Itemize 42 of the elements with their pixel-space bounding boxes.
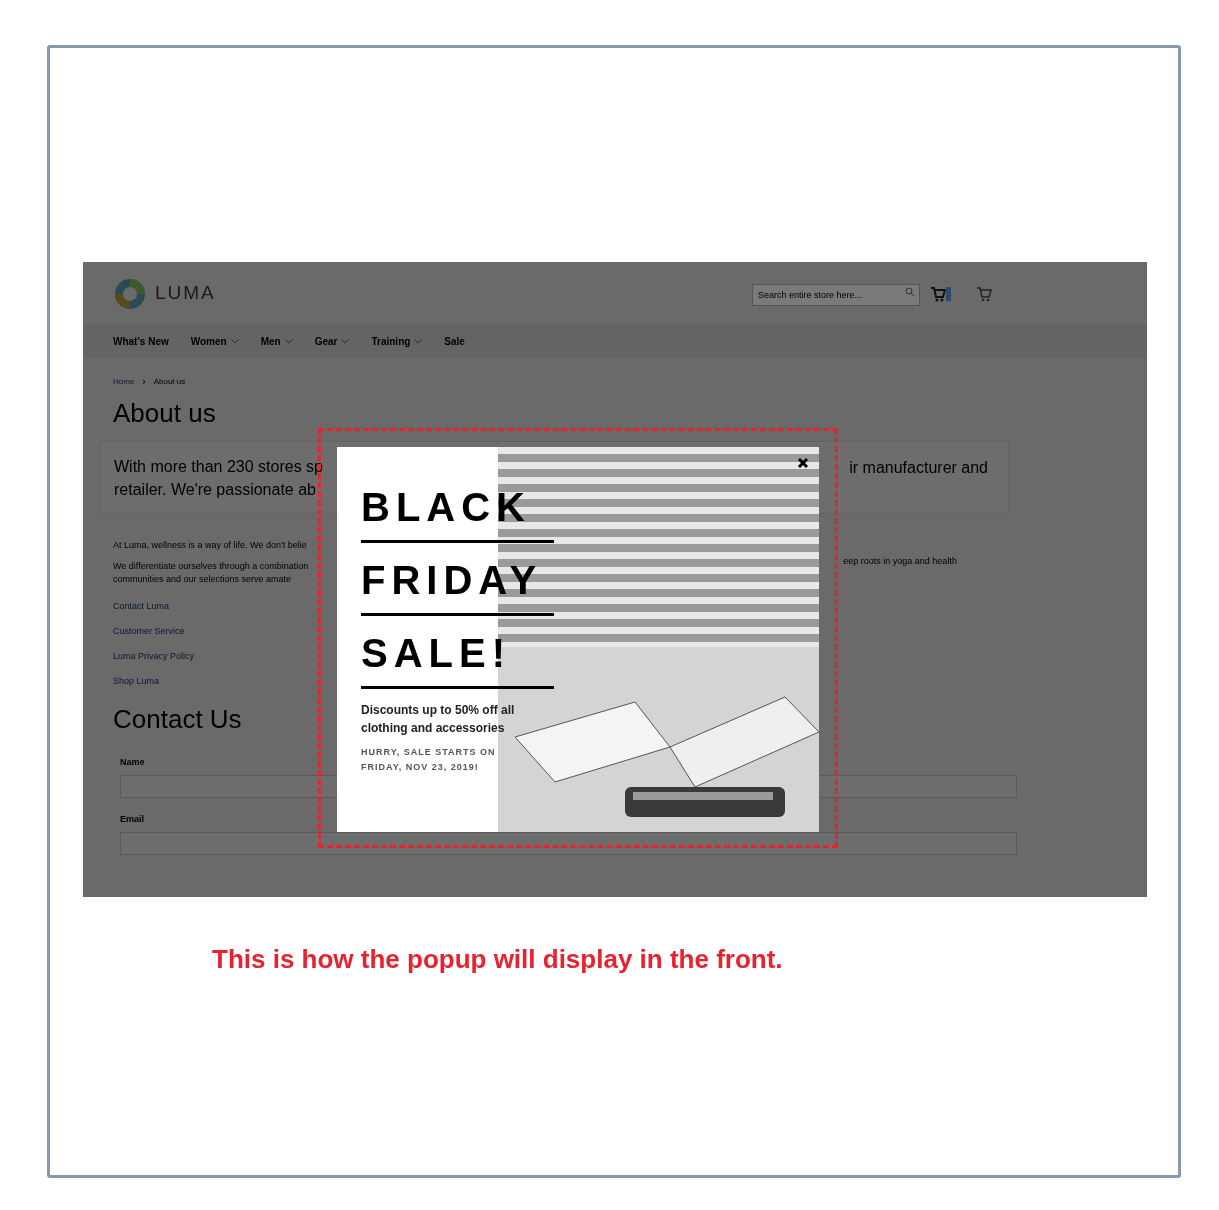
nav-item[interactable]: Men: [260, 334, 293, 349]
footer-link[interactable]: Contact Luma: [113, 599, 170, 613]
chevron-down-icon: [230, 339, 239, 344]
body-text: At Luma, wellness is a way of life. We don't belie: [113, 539, 308, 552]
search-icon: [905, 287, 915, 297]
body-text: communities and our selections serve amate: [113, 573, 293, 586]
cart-icon[interactable]: [976, 285, 992, 302]
headline-text: FRIDAY: [361, 557, 544, 603]
body-text: eep roots in yoga and health: [843, 555, 957, 568]
logo-text: LUMA: [155, 281, 216, 306]
input-field[interactable]: [120, 832, 1017, 855]
nav-item[interactable]: What's New: [113, 334, 169, 349]
nav-item[interactable]: Sale: [444, 334, 465, 349]
intro-text: With more than 230 stores sp: [114, 456, 323, 477]
breadcrumb-item[interactable]: Home: [113, 375, 135, 388]
page-title: About us: [113, 397, 216, 429]
field-label: Email: [120, 813, 144, 826]
breadcrumb-item: About us: [153, 375, 186, 388]
search-field[interactable]: Search entire store here...: [752, 284, 920, 306]
headline-text: SALE!: [361, 630, 512, 676]
field-label: Name: [120, 756, 145, 769]
section-title: Contact Us: [113, 703, 242, 735]
nav-item[interactable]: Training: [371, 334, 423, 349]
body-text: We differentiate ourselves through a combination: [113, 560, 309, 573]
chevron-down-icon: [341, 339, 350, 344]
sale-date-text: HURRY, SALE STARTS ON FRIDAY, NOV 23, 2019!: [361, 746, 497, 774]
nav-item[interactable]: Women: [190, 334, 239, 349]
close-icon[interactable]: [797, 457, 809, 469]
footer-link[interactable]: Luma Privacy Policy: [113, 649, 195, 663]
footer-link[interactable]: Customer Service: [113, 624, 185, 638]
chevron-down-icon: [284, 339, 293, 344]
intro-text: ir manufacturer and: [849, 458, 988, 478]
discount-text: Discounts up to 50% off all clothing and accessories: [361, 702, 516, 737]
footer-link[interactable]: Shop Luma: [113, 674, 160, 688]
nav-item[interactable]: Gear: [314, 334, 350, 349]
caption-text: This is how the popup will display in the front.: [212, 943, 783, 976]
breadcrumb-separator: ›: [142, 375, 146, 389]
logo-icon: [113, 276, 147, 311]
cart-icon[interactable]: [930, 285, 952, 302]
chevron-down-icon: [414, 339, 423, 344]
intro-text: retailer. We're passionate ab: [114, 479, 317, 500]
headline-text: BLACK: [361, 484, 532, 530]
